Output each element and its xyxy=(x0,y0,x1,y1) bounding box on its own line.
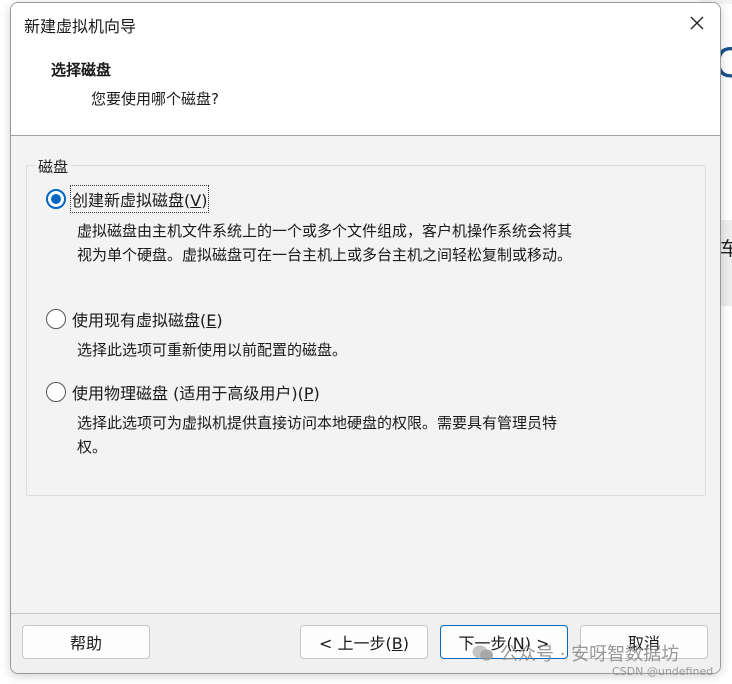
window-title: 新建虚拟机向导 xyxy=(24,17,137,36)
close-icon xyxy=(690,16,704,30)
option-use-physical-disk-description: 选择此选项可为虚拟机提供直接访问本地硬盘的权限。需要具有管理员特 权。 xyxy=(77,414,558,456)
background-panel xyxy=(720,220,732,306)
radio-create-new-disk[interactable] xyxy=(46,189,66,209)
option-create-new-disk-label[interactable]: 创建新虚拟磁盘(V) xyxy=(69,185,210,213)
option-use-physical-disk[interactable]: 使用物理磁盘 (适用于高级用户)(P) xyxy=(46,380,320,404)
radio-use-existing-disk[interactable] xyxy=(46,309,66,329)
page-title: 选择磁盘 xyxy=(51,61,112,79)
background-text: 车 xyxy=(720,238,732,260)
new-vm-wizard-dialog: 新建虚拟机向导 选择磁盘 您要使用哪个磁盘? 磁盘 创建新虚拟磁盘(V) 虚拟磁… xyxy=(10,2,721,674)
close-button[interactable] xyxy=(674,3,720,43)
wizard-header: 选择磁盘 您要使用哪个磁盘? xyxy=(11,43,720,136)
option-use-existing-disk-description: 选择此选项可重新使用以前配置的磁盘。 xyxy=(77,341,348,359)
disk-group-label: 磁盘 xyxy=(35,156,72,177)
watermark: 公众号 · 安呀智数据坊 xyxy=(472,640,679,666)
page-subtitle: 您要使用哪个磁盘? xyxy=(91,90,219,108)
wechat-icon xyxy=(472,645,493,661)
back-button[interactable]: < 上一步(B) xyxy=(300,625,428,659)
back-button-label: < 上一步(B) xyxy=(319,634,409,653)
help-button-label: 帮助 xyxy=(69,634,102,653)
option-use-physical-disk-label[interactable]: 使用物理磁盘 (适用于高级用户)(P) xyxy=(72,380,320,404)
watermark-source: CSDN @undefined xyxy=(612,665,714,678)
help-button[interactable]: 帮助 xyxy=(22,625,150,659)
radio-use-physical-disk[interactable] xyxy=(46,382,66,402)
option-use-existing-disk[interactable]: 使用现有虚拟磁盘(E) xyxy=(46,307,223,331)
option-use-existing-disk-label[interactable]: 使用现有虚拟磁盘(E) xyxy=(72,307,223,331)
option-create-new-disk-description: 虚拟磁盘由主机文件系统上的一个或多个文件组成，客户机操作系统会将其 视为单个硬盘… xyxy=(77,222,573,264)
option-create-new-disk[interactable]: 创建新虚拟磁盘(V) xyxy=(46,185,210,213)
title-bar: 新建虚拟机向导 xyxy=(11,3,720,43)
watermark-text: 公众号 · 安呀智数据坊 xyxy=(500,644,680,665)
